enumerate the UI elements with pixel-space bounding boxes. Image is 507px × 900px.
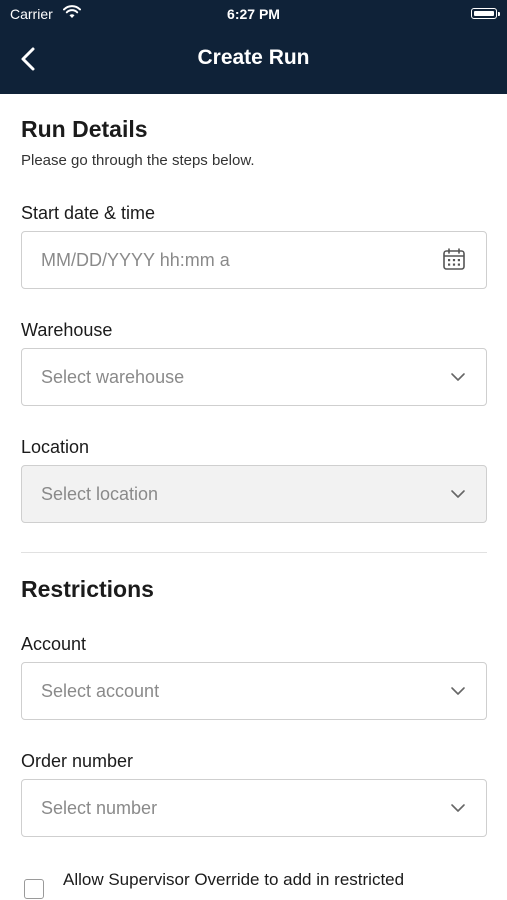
location-select[interactable]: Select location [21,465,487,523]
page-title: Create Run [197,46,310,69]
order-number-label: Order number [21,751,134,771]
location-placeholder: Select location [41,484,159,504]
account-select[interactable]: Select account [21,662,487,720]
account-placeholder: Select account [41,681,160,701]
account-label: Account [21,634,87,654]
section-divider [21,552,487,553]
warehouse-select[interactable]: Select warehouse [21,348,487,406]
status-time: 6:27 PM [227,6,280,22]
start-date-placeholder: MM/DD/YYYY hh:mm a [41,250,230,270]
warehouse-placeholder: Select warehouse [41,367,185,387]
app-header: Carrier 6:27 PM Create Run [0,0,507,94]
run-details-subtitle: Please go through the steps below. [21,152,255,169]
chevron-down-icon [450,486,466,507]
order-number-select[interactable]: Select number [21,779,487,837]
supervisor-override-checkbox[interactable] [24,879,44,899]
location-label: Location [21,437,90,457]
chevron-down-icon [450,369,466,390]
calendar-icon[interactable] [442,247,466,276]
start-date-label: Start date & time [21,203,156,223]
supervisor-override-label[interactable]: Allow Supervisor Override to add in rest… [63,868,463,892]
restrictions-heading: Restrictions [21,576,154,602]
chevron-down-icon [450,800,466,821]
warehouse-label: Warehouse [21,320,113,340]
status-bar: Carrier 6:27 PM [0,0,507,28]
run-details-heading: Run Details [21,116,148,142]
battery-icon [471,8,500,19]
start-date-field[interactable]: MM/DD/YYYY hh:mm a [21,231,487,289]
chevron-down-icon [450,683,466,704]
order-number-placeholder: Select number [41,798,158,818]
